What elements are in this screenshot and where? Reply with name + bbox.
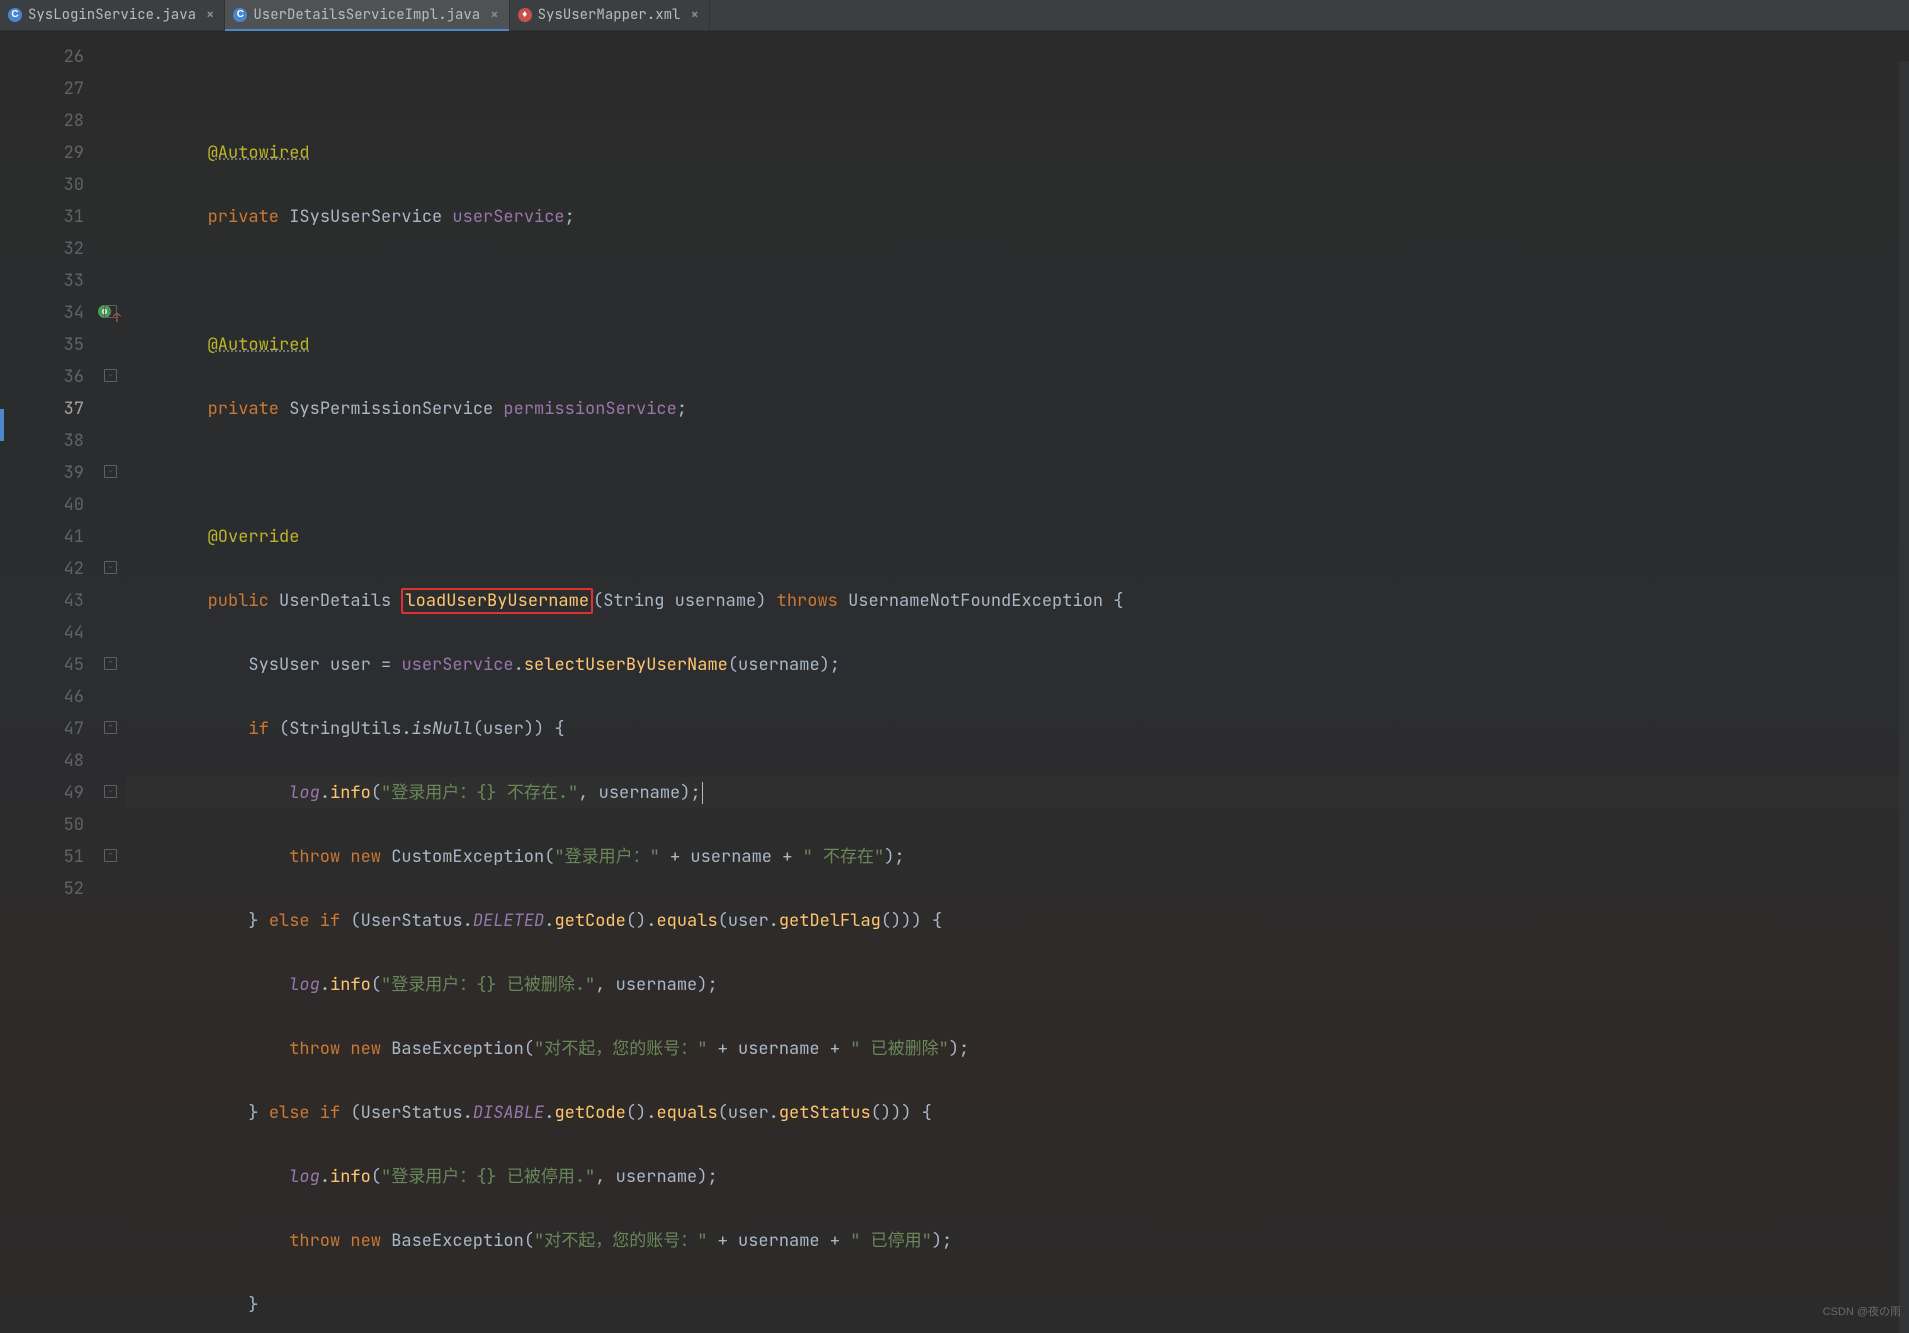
tab-label: SysLoginService.java [28, 0, 196, 31]
fold-icon[interactable]: − [104, 305, 117, 318]
code-line: } [126, 1289, 1909, 1321]
fold-icon[interactable]: − [104, 561, 117, 574]
code-line: log.info("登录用户：{} 已被删除.", username); [126, 969, 1909, 1001]
watermark-text: CSDN @夜の雨 [1823, 1296, 1901, 1328]
code-line: throw new BaseException("对不起，您的账号：" + us… [126, 1033, 1909, 1065]
java-class-icon: C [8, 8, 22, 22]
close-icon[interactable]: × [490, 0, 498, 31]
java-class-icon: C [233, 8, 247, 22]
code-line [126, 265, 1909, 297]
xml-file-icon: ♦ [518, 8, 532, 22]
code-line: @Autowired [126, 329, 1909, 361]
gutter-icons: o↑−−−−⌃⌃−⌃ [102, 31, 126, 1333]
tab-bar: C SysLoginService.java × C UserDetailsSe… [0, 0, 1909, 31]
code-line: public UserDetails loadUserByUsername(St… [126, 585, 1909, 617]
fold-icon[interactable]: − [104, 465, 117, 478]
code-line [126, 73, 1909, 105]
code-line: @Override [126, 521, 1909, 553]
text-caret [702, 782, 703, 804]
tab-sysusermapper[interactable]: ♦ SysUserMapper.xml × [510, 0, 710, 30]
code-line-current: log.info("登录用户：{} 不存在.", username); [126, 777, 1909, 809]
code-editor[interactable]: 2627282930313233343536373839404142434445… [0, 31, 1909, 1333]
fold-icon[interactable]: − [104, 785, 117, 798]
code-line: if (StringUtils.isNull(user)) { [126, 713, 1909, 745]
code-line: log.info("登录用户：{} 已被停用.", username); [126, 1161, 1909, 1193]
tab-label: SysUserMapper.xml [538, 0, 681, 31]
fold-icon[interactable]: ⌃ [104, 849, 117, 862]
code-area[interactable]: @Autowired private ISysUserService userS… [126, 31, 1909, 1333]
tab-label: UserDetailsServiceImpl.java [253, 0, 480, 31]
code-line: throw new CustomException("登录用户：" + user… [126, 841, 1909, 873]
code-line: } else if (UserStatus.DISABLE.getCode().… [126, 1097, 1909, 1129]
tab-sysloginservice[interactable]: C SysLoginService.java × [0, 0, 225, 30]
code-line: throw new BaseException("对不起，您的账号：" + us… [126, 1225, 1909, 1257]
code-line: SysUser user = userService.selectUserByU… [126, 649, 1909, 681]
code-line: private ISysUserService userService; [126, 201, 1909, 233]
code-line: private SysPermissionService permissionS… [126, 393, 1909, 425]
gutter-line-numbers: 2627282930313233343536373839404142434445… [0, 31, 102, 1333]
code-line: } else if (UserStatus.DELETED.getCode().… [126, 905, 1909, 937]
fold-icon[interactable]: − [104, 369, 117, 382]
fold-icon[interactable]: ⌃ [104, 721, 117, 734]
code-line [126, 457, 1909, 489]
scrollbar-minimap[interactable] [1899, 61, 1909, 1333]
close-icon[interactable]: × [690, 0, 698, 31]
highlighted-method-name: loadUserByUsername [401, 588, 593, 614]
tab-userdetailsserviceimpl[interactable]: C UserDetailsServiceImpl.java × [225, 0, 509, 30]
close-icon[interactable]: × [206, 0, 214, 31]
fold-icon[interactable]: ⌃ [104, 657, 117, 670]
code-line: @Autowired [126, 137, 1909, 169]
